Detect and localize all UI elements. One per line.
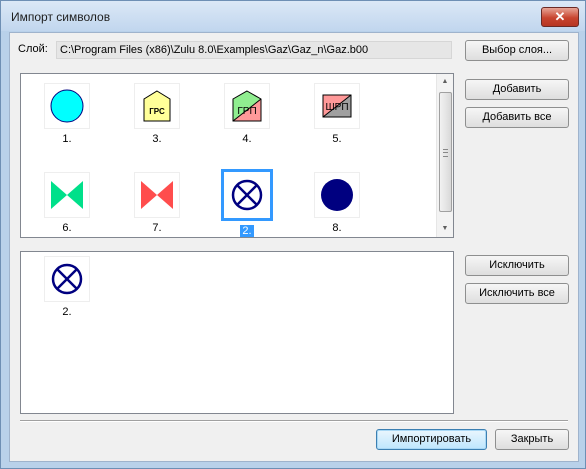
- available-symbols-list[interactable]: 1. ГРС 3. ГРП 4. ШРП 5. 6. 7. 2. 8. ▲ ▼: [20, 73, 454, 238]
- symbol-caption: 2.: [62, 306, 72, 318]
- exclude-button[interactable]: Исключить: [465, 255, 569, 276]
- scroll-down-arrow-icon[interactable]: ▼: [437, 221, 453, 237]
- grp-label: ГРП: [237, 106, 256, 117]
- close-icon: ✕: [554, 9, 566, 24]
- cyan-circle-icon: [50, 89, 84, 123]
- symbol-item-selected[interactable]: 2.: [217, 169, 277, 237]
- symbol-thumbnail: [44, 256, 90, 302]
- symbol-item[interactable]: ГРП 4.: [217, 83, 277, 145]
- symbol-item[interactable]: 1.: [37, 83, 97, 145]
- crossed-circle-icon: [231, 179, 263, 211]
- symbol-thumbnail: [221, 169, 273, 221]
- symbol-item[interactable]: 6.: [37, 172, 97, 234]
- layer-label: Слой:: [18, 43, 48, 55]
- grs-label: ГРС: [149, 107, 165, 116]
- symbol-caption: 2.: [240, 225, 254, 237]
- selected-symbols-list[interactable]: 2.: [20, 251, 454, 414]
- scroll-up-arrow-icon[interactable]: ▲: [437, 74, 453, 90]
- grp-house-icon: ГРП: [232, 90, 262, 122]
- symbol-item[interactable]: ШРП 5.: [307, 83, 367, 145]
- vertical-scrollbar[interactable]: ▲ ▼: [436, 74, 453, 237]
- choose-layer-button[interactable]: Выбор слоя...: [465, 40, 569, 61]
- close-button[interactable]: Закрыть: [495, 429, 569, 450]
- dialog-body: Слой: C:\Program Files (x86)\Zulu 8.0\Ex…: [9, 32, 579, 462]
- dialog-title: Импорт символов: [11, 10, 111, 24]
- symbol-caption: 4.: [242, 133, 252, 145]
- navy-circle-icon: [321, 179, 353, 211]
- symbol-caption: 5.: [332, 133, 342, 145]
- footer-separator: [20, 420, 568, 422]
- green-valve-icon: [51, 181, 83, 209]
- shrp-label: ШРП: [325, 102, 348, 113]
- add-all-button[interactable]: Добавить все: [465, 107, 569, 128]
- grip-icon: [443, 149, 448, 157]
- symbol-thumbnail: ГРС: [134, 83, 180, 129]
- exclude-all-button[interactable]: Исключить все: [465, 283, 569, 304]
- symbol-item[interactable]: 8.: [307, 172, 367, 234]
- close-window-button[interactable]: ✕: [541, 7, 579, 27]
- layer-path-field: C:\Program Files (x86)\Zulu 8.0\Examples…: [56, 41, 452, 59]
- symbol-caption: 7.: [152, 222, 162, 234]
- symbol-thumbnail: [134, 172, 180, 218]
- symbol-thumbnail: [44, 83, 90, 129]
- symbol-caption: 6.: [62, 222, 72, 234]
- crossed-circle-icon: [51, 263, 83, 295]
- import-button[interactable]: Импортировать: [376, 429, 487, 450]
- symbol-thumbnail: [314, 172, 360, 218]
- symbol-caption: 8.: [332, 222, 342, 234]
- import-symbols-dialog: Импорт символов ✕ Слой: C:\Program Files…: [0, 0, 586, 469]
- symbol-caption: 3.: [152, 133, 162, 145]
- scroll-thumb[interactable]: [439, 92, 452, 212]
- symbol-thumbnail: ГРП: [224, 83, 270, 129]
- title-bar[interactable]: Импорт символов ✕: [1, 1, 585, 31]
- symbol-item[interactable]: 2.: [37, 256, 97, 318]
- symbol-caption: 1.: [62, 133, 72, 145]
- symbol-thumbnail: ШРП: [314, 83, 360, 129]
- red-valve-icon: [141, 181, 173, 209]
- grs-house-icon: ГРС: [143, 90, 171, 122]
- shrp-box-icon: ШРП: [322, 94, 352, 118]
- add-button[interactable]: Добавить: [465, 79, 569, 100]
- symbol-item[interactable]: ГРС 3.: [127, 83, 187, 145]
- symbol-thumbnail: [44, 172, 90, 218]
- symbol-item[interactable]: 7.: [127, 172, 187, 234]
